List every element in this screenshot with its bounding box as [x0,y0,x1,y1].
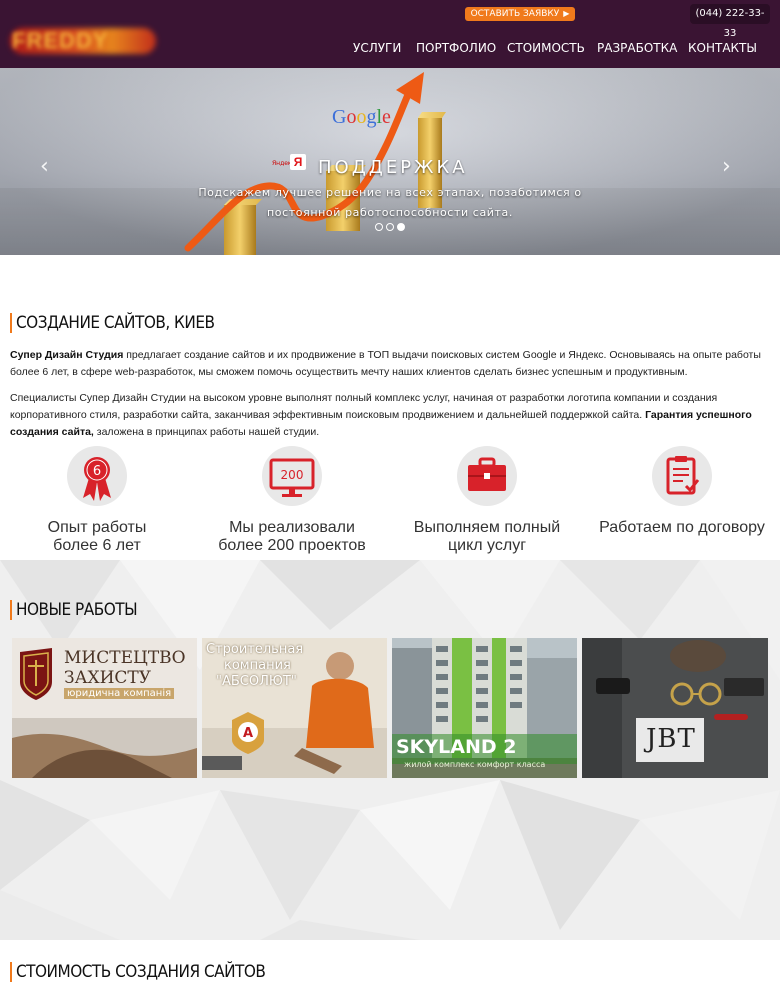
nav-item-contacts[interactable]: КОНТАКТЫ [688,41,757,55]
award-number: 6 [93,464,101,479]
feature-label: Мы реализовали более 200 проектов [197,519,387,555]
work-title-line-1: Строительная [206,642,304,657]
work-title-line-3: "АБСОЛЮТ" [216,674,297,689]
chevron-right-icon[interactable]: › [722,154,731,179]
nav-item-services[interactable]: УСЛУГИ [353,41,401,55]
slide-caption: Подскажем лучшее решение на всех этапах,… [198,186,582,219]
about-title: СОЗДАНИЕ САЙТОВ, КИЕВ [10,313,215,333]
feature-line-1: Опыт работы [47,519,147,536]
request-button[interactable]: ОСТАВИТЬ ЗАЯВКУ ▶ [465,7,575,21]
yandex-letter: Я [290,154,306,170]
monitor-number: 200 [281,468,304,482]
work-title-line-1: SKYLAND 2 [396,736,517,758]
contract-icon [666,456,700,495]
work-title-line-1: МИСТЕЦТВО [64,648,186,668]
absolut-emblem-letter: А [243,726,253,741]
feature-label: Выполняем полный цикл услуг [392,519,582,555]
work-title-line-1: JBT [646,724,696,754]
monitor-icon: 200 [269,458,315,497]
work-image [582,638,768,778]
nav-item-development[interactable]: РАЗРАБОТКА [597,41,677,55]
feature-line-1: Мы реализовали [229,519,355,536]
studio-name: Супер Дизайн Студия [10,349,124,361]
play-arrow-icon: ▶ [563,9,570,18]
slide-title: ПОДДЕРЖКА [318,157,468,178]
site-header: FREDDY ОСТАВИТЬ ЗАЯВКУ ▶ (044) 222-33-33 … [0,0,780,68]
work-tile-absolut[interactable]: А Строительная компания "АБСОЛЮТ" [202,638,387,778]
slider-dot-1[interactable] [375,223,383,231]
nav-item-pricing[interactable]: СТОИМОСТЬ [507,41,585,55]
feature-line-2: цикл услуг [447,537,527,554]
about-paragraph-1: Супер Дизайн Студия предлагает создание … [10,347,770,381]
work-subtitle: юридична компанія [64,688,175,699]
slider-dots [375,223,411,233]
work-subtitle: жилой комплекс комфорт класса [404,760,546,769]
hero-slider: Google Яндекс Я ПОДДЕРЖКА Подскажем лучш… [0,68,780,255]
award-ribbon-icon: 6 [83,457,111,501]
feature-icon-circle [457,446,517,506]
briefcase-icon [468,457,506,491]
pricing-title: СТОИМОСТЬ СОЗДАНИЯ САЙТОВ [10,962,266,982]
work-tile-skyland[interactable]: SKYLAND 2 жилой комплекс комфорт класса [392,638,577,778]
google-logo: Google [332,106,391,128]
about-paragraph-2: Специалисты Супер Дизайн Студии на высок… [10,390,770,441]
about-paragraph-2-end: заложена в принципах работы нашей студии… [93,426,320,438]
main-nav: УСЛУГИ ПОРТФОЛИО СТОИМОСТЬ РАЗРАБОТКА КО… [0,41,780,57]
feature-line-2: более 6 лет [53,537,141,554]
nav-item-portfolio[interactable]: ПОРТФОЛИО [416,41,496,55]
feature-label: Работаем по договору [587,519,777,537]
work-tile-mystetstvo[interactable]: МИСТЕЦТВО ЗАХИСТУ юридична компанія [12,638,197,778]
feature-icon-circle: 6 [67,446,127,506]
slider-dot-2[interactable] [386,223,394,231]
slider-dot-3[interactable] [397,223,405,231]
work-title-line-2: ЗАХИСТУ [64,668,152,688]
work-title-line-2: компания [224,658,291,673]
feature-line-2: более 200 проектов [218,537,366,554]
request-button-label: ОСТАВИТЬ ЗАЯВКУ [470,9,560,19]
yandex-logo: Яндекс Я [272,154,310,172]
feature-icon-circle [652,446,712,506]
work-tile-jbt[interactable]: JBT [582,638,768,778]
phone-number[interactable]: (044) 222-33-33 [690,4,770,39]
chevron-left-icon[interactable]: ‹ [40,154,49,179]
feature-label: Опыт работы более 6 лет [2,519,192,555]
feature-line-1: Работаем по договору [599,519,765,536]
feature-icon-circle: 200 [262,446,322,506]
about-paragraph-1-text: предлагает создание сайтов и их продвиже… [10,349,761,378]
feature-line-1: Выполняем полный [413,519,561,536]
about-paragraph-2-start: Специалисты Супер Дизайн Студии на высок… [10,392,718,421]
works-title: НОВЫЕ РАБОТЫ [10,600,138,620]
